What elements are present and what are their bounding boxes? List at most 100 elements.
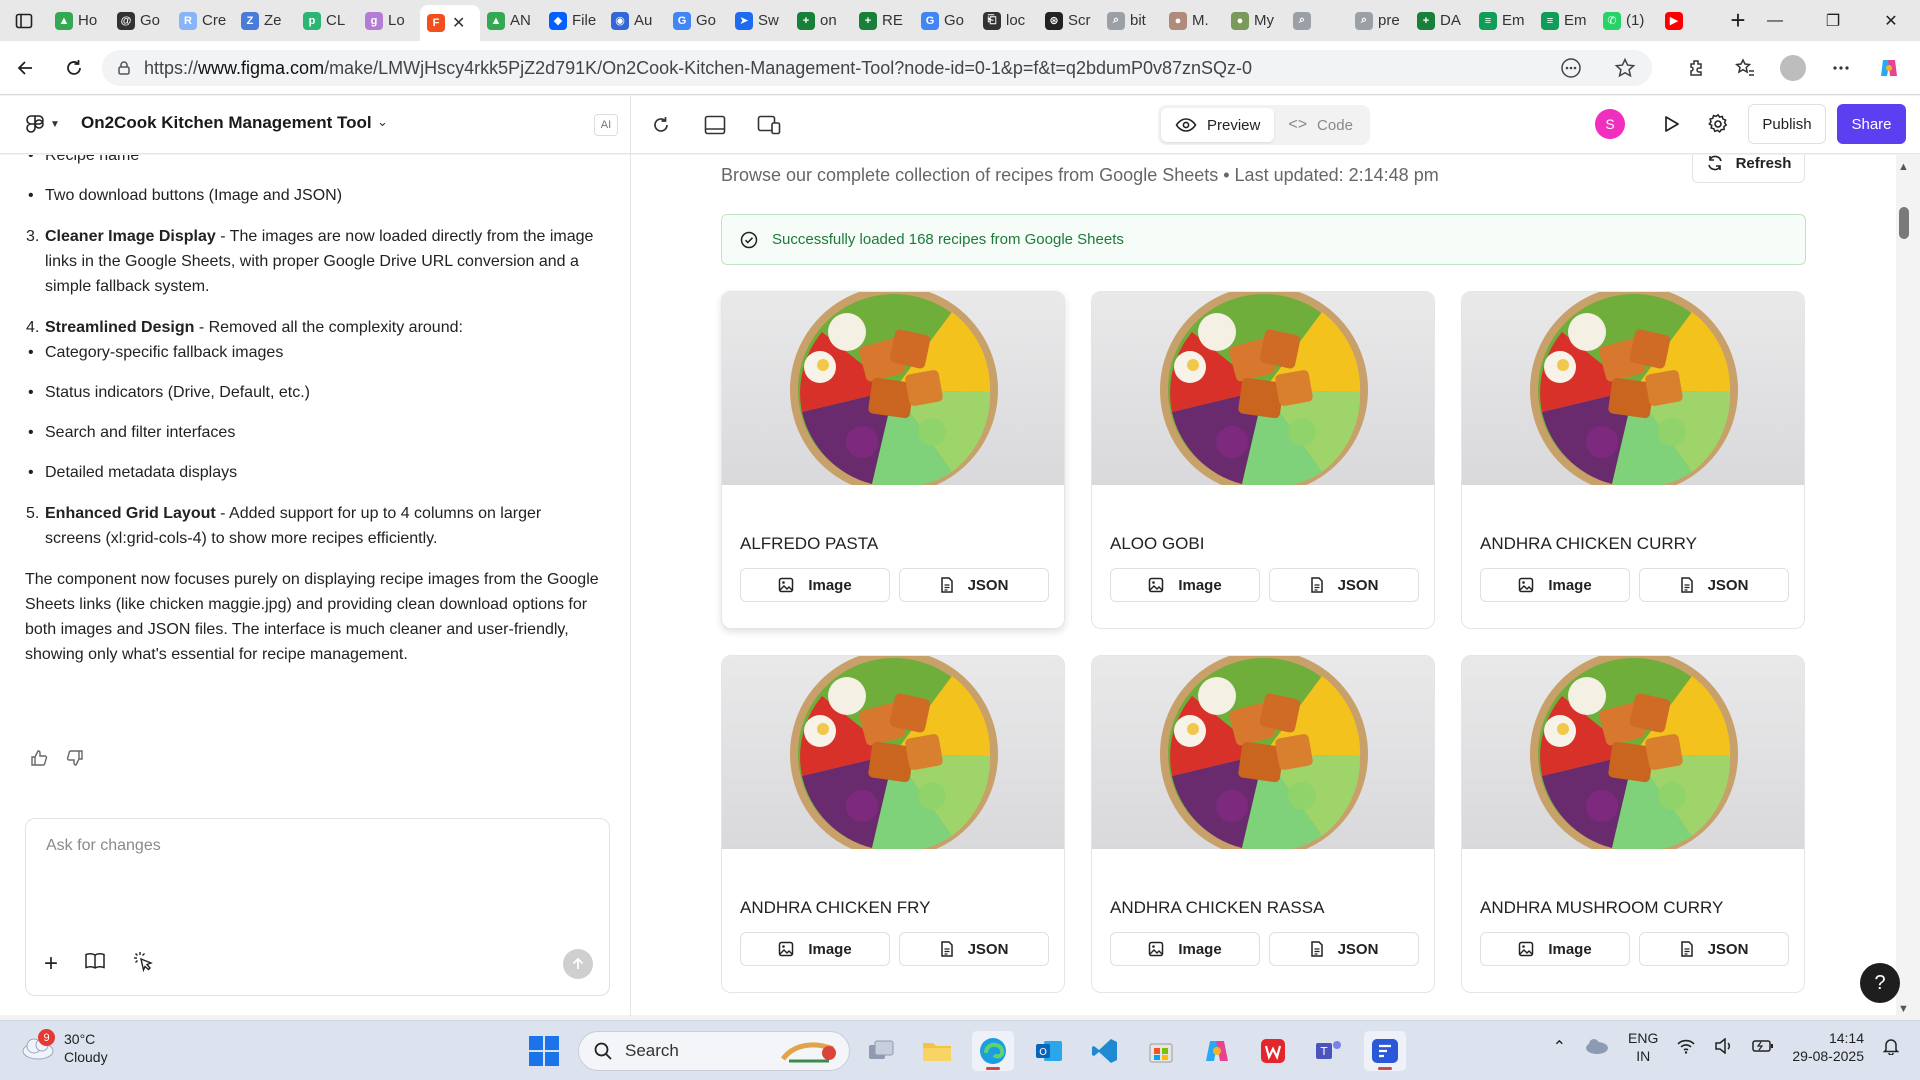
preview-tab[interactable]: Preview [1161,108,1275,142]
teams-icon[interactable]: T [1308,1031,1350,1071]
more-page-options-icon[interactable] [1554,51,1588,85]
browser-tab[interactable]: ◉ Au [604,5,666,37]
onedrive-icon[interactable] [1584,1036,1610,1059]
scroll-up-icon[interactable]: ▲ [1898,161,1909,173]
browser-tab[interactable]: ✆ (1) [1596,5,1658,37]
browser-tab[interactable]: ⌕ bit [1100,5,1162,37]
vscode-icon[interactable] [1084,1031,1126,1071]
browser-tab[interactable]: G Go [914,5,976,37]
browser-tab[interactable]: ≡ Em [1534,5,1596,37]
browser-tab[interactable]: Z Ze [234,5,296,37]
reload-icon[interactable] [52,46,96,90]
wifi-icon[interactable] [1676,1038,1696,1057]
thumbs-down-icon[interactable] [66,749,84,772]
browser-tab[interactable]: ▲ AN [480,5,542,37]
browser-tab[interactable]: @ Go [110,5,172,37]
download-json-button[interactable]: JSON [1269,568,1419,602]
back-icon[interactable] [4,46,48,90]
browser-tab[interactable]: + on [790,5,852,37]
download-image-button[interactable]: Image [1110,568,1260,602]
copilot-icon[interactable] [1872,51,1906,85]
download-image-button[interactable]: Image [1480,932,1630,966]
publish-button[interactable]: Publish [1748,104,1826,144]
download-json-button[interactable]: JSON [1639,568,1789,602]
chat-input-placeholder[interactable]: Ask for changes [46,837,161,855]
battery-icon[interactable] [1752,1039,1774,1056]
add-attachment-icon[interactable]: + [44,951,58,975]
close-window-icon[interactable]: ✕ [1862,0,1920,41]
browser-tab[interactable]: ⌕ [1286,5,1348,37]
scroll-down-icon[interactable]: ▼ [1898,1003,1909,1015]
browser-tab[interactable]: ⎗ loc [976,5,1038,37]
refresh-preview-icon[interactable] [646,110,676,140]
language-indicator[interactable]: ENG IN [1628,1029,1658,1065]
copilot-app-icon[interactable] [1196,1031,1238,1071]
preview-scrollbar[interactable]: ▲ ▼ [1896,155,1912,1015]
share-button[interactable]: Share [1837,104,1906,144]
site-info-icon[interactable] [116,60,132,76]
close-tab-icon[interactable]: ✕ [452,13,465,33]
browser-tab[interactable]: ⌕ pre [1348,5,1410,37]
wps-office-icon[interactable] [1252,1031,1294,1071]
browser-tab[interactable]: ➤ Sw [728,5,790,37]
download-image-button[interactable]: Image [1110,932,1260,966]
extensions-icon[interactable] [1680,51,1714,85]
weather-widget[interactable]: 9 30°C Cloudy [20,1029,108,1066]
point-and-edit-icon[interactable] [132,950,154,977]
favorite-star-icon[interactable] [1608,51,1642,85]
scrollbar-thumb[interactable] [1899,207,1909,239]
browser-tab[interactable]: R Cre [172,5,234,37]
browser-tab[interactable]: ● My [1224,5,1286,37]
microsoft-store-icon[interactable] [1140,1031,1182,1071]
download-json-button[interactable]: JSON [899,568,1049,602]
project-title[interactable]: On2Cook Kitchen Management Tool [81,113,372,133]
thumbs-up-icon[interactable] [30,749,48,772]
browser-tab[interactable]: F ✕ [420,5,480,41]
favorites-icon[interactable] [1728,51,1762,85]
browser-tab[interactable]: ≡ Em [1472,5,1534,37]
project-menu-chevron-icon[interactable]: ⌄ [377,114,388,130]
browser-tab[interactable]: p CL [296,5,358,37]
profile-avatar[interactable] [1776,51,1810,85]
browser-tab[interactable]: ● M. [1162,5,1224,37]
browser-tab[interactable]: ◆ File [542,5,604,37]
download-image-button[interactable]: Image [740,568,890,602]
help-button[interactable]: ? [1860,963,1900,1003]
edge-browser-icon[interactable] [972,1031,1014,1071]
code-tab[interactable]: <> Code [1274,108,1367,142]
user-avatar[interactable]: S [1595,109,1625,139]
tab-actions-icon[interactable] [0,0,48,41]
responsive-view-icon[interactable] [754,110,784,140]
browser-tab[interactable]: + DA [1410,5,1472,37]
gear-icon[interactable] [1703,109,1733,139]
file-explorer-icon[interactable] [916,1031,958,1071]
restore-icon[interactable]: ❐ [1804,0,1862,41]
browser-tab[interactable]: g Lo [358,5,420,37]
device-view-icon[interactable] [700,110,730,140]
settings-more-icon[interactable] [1824,51,1858,85]
play-icon[interactable] [1656,109,1686,139]
download-json-button[interactable]: JSON [899,932,1049,966]
send-button[interactable] [563,949,593,979]
download-json-button[interactable]: JSON [1269,932,1419,966]
clock[interactable]: 14:14 29-08-2025 [1792,1029,1864,1065]
book-icon[interactable] [84,952,106,975]
browser-tab[interactable]: ▲ Ho [48,5,110,37]
url-field[interactable]: https://www.figma.com/make/LMWjHscy4rkk5… [102,50,1652,86]
browser-tab[interactable]: ⊛ Scr [1038,5,1100,37]
download-image-button[interactable]: Image [740,932,890,966]
outlook-icon[interactable]: O [1028,1031,1070,1071]
refresh-button[interactable]: Refresh [1692,155,1805,183]
volume-icon[interactable] [1714,1036,1734,1057]
chevron-up-icon[interactable]: ⌃ [1553,1037,1566,1057]
notifications-icon[interactable] [1882,1037,1900,1058]
browser-tab[interactable]: + RE [852,5,914,37]
browser-tab[interactable]: G Go [666,5,728,37]
figma-menu-button[interactable]: ▼ [26,112,60,136]
start-button[interactable] [528,1035,560,1072]
chat-input-box[interactable]: Ask for changes + [25,818,610,996]
download-json-button[interactable]: JSON [1639,932,1789,966]
taskbar-search[interactable]: Search [578,1031,850,1071]
browser-tab[interactable]: ▶ [1658,5,1720,37]
task-view-icon[interactable] [860,1031,902,1071]
